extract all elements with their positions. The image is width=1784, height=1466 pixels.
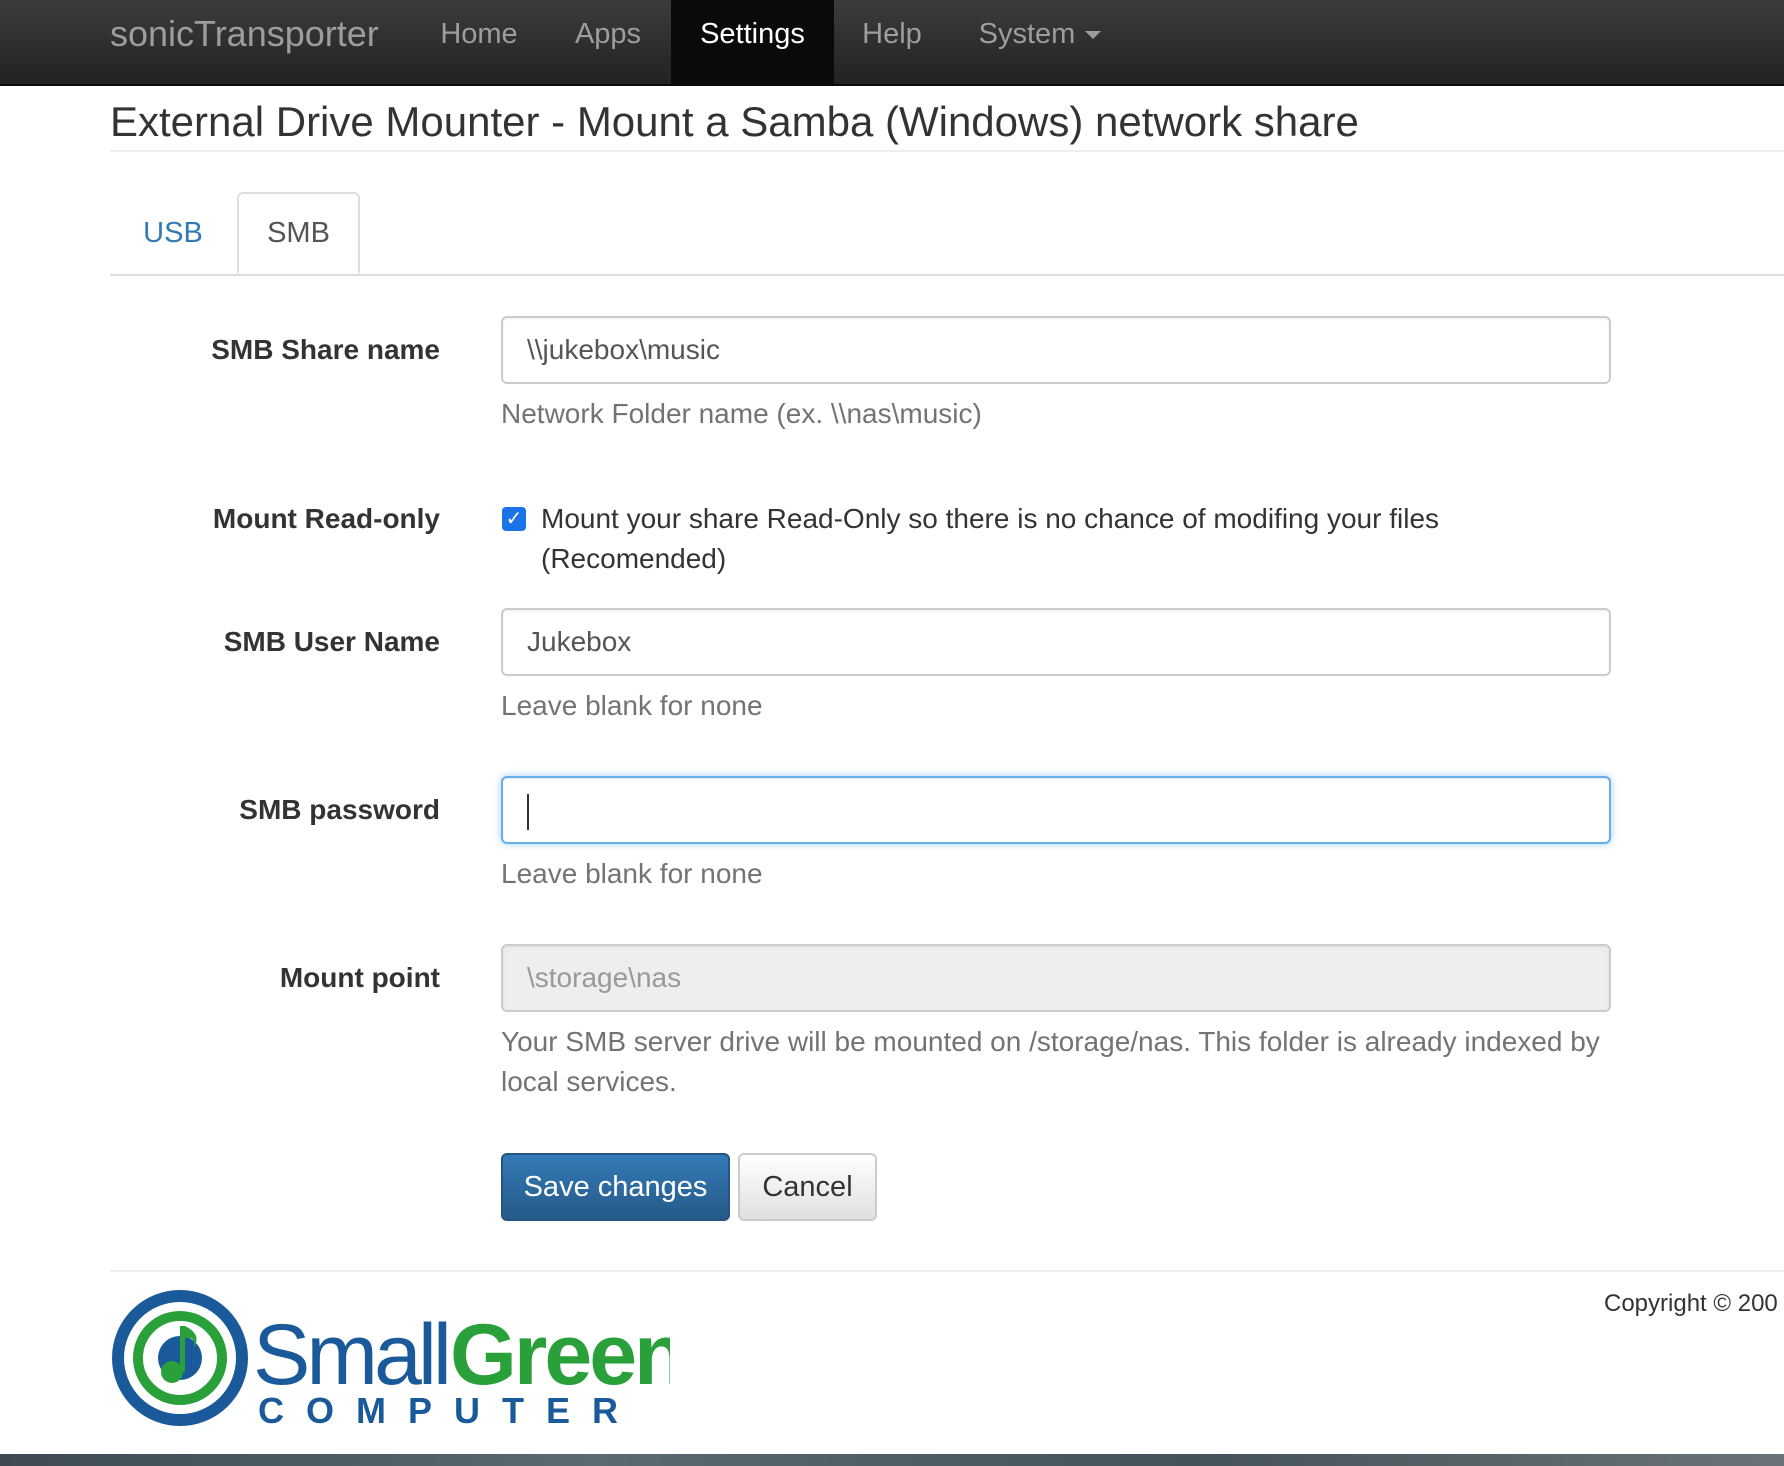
brand-link[interactable]: sonicTransporter (110, 0, 379, 72)
page-title: External Drive Mounter - Mount a Samba (… (110, 98, 1359, 145)
share-name-help: Network Folder name (ex. \\nas\music) (501, 398, 982, 429)
user-name-label: SMB User Name (223, 626, 440, 657)
read-only-label: Mount Read-only (212, 503, 440, 534)
copyright-text: Copyright © 200 (1604, 1290, 1778, 1317)
text-cursor (527, 793, 529, 830)
mount-point-help: Your SMB server drive will be mounted on… (501, 1026, 1600, 1097)
user-name-help: Leave blank for none (501, 690, 763, 721)
caret-down-icon (1085, 31, 1102, 40)
read-only-description[interactable]: Mount your share Read-Only so there is n… (541, 499, 1491, 579)
smallgreen-computer-logo: Small Green COMPUTER (112, 1290, 670, 1431)
nav-help[interactable]: Help (842, 0, 942, 84)
tabs-divider (110, 274, 1784, 276)
checkmark-icon: ✓ (505, 508, 523, 530)
logo-text-small: Small (253, 1307, 448, 1403)
mount-point-input: \storage\nas (501, 944, 1611, 1012)
password-input[interactable] (501, 776, 1611, 844)
logo-text-computer: COMPUTER (258, 1390, 640, 1431)
logo-text-green: Green (450, 1307, 670, 1403)
save-changes-button[interactable]: Save changes (501, 1153, 730, 1221)
share-name-label: SMB Share name (211, 334, 440, 365)
cancel-button[interactable]: Cancel (738, 1153, 877, 1221)
nav-home[interactable]: Home (418, 0, 540, 84)
nav-system-label: System (978, 18, 1076, 50)
password-label: SMB password (239, 794, 440, 825)
read-only-checkbox[interactable]: ✓ (502, 507, 526, 531)
title-divider (110, 150, 1784, 152)
nav-system-dropdown[interactable]: System (960, 0, 1120, 84)
password-help: Leave blank for none (501, 858, 763, 889)
nav-settings[interactable]: Settings (671, 0, 834, 84)
nav-apps[interactable]: Apps (548, 0, 668, 84)
user-name-input[interactable]: Jukebox (501, 608, 1611, 676)
footer-divider (110, 1270, 1784, 1272)
top-navbar: sonicTransporter Home Apps Settings Help… (0, 0, 1784, 86)
tab-usb[interactable]: USB (110, 192, 236, 274)
share-name-input[interactable]: \\jukebox\music (501, 316, 1611, 384)
bottom-background-strip (0, 1454, 1784, 1466)
mount-point-label: Mount point (279, 962, 440, 993)
tab-smb[interactable]: SMB (237, 192, 360, 274)
